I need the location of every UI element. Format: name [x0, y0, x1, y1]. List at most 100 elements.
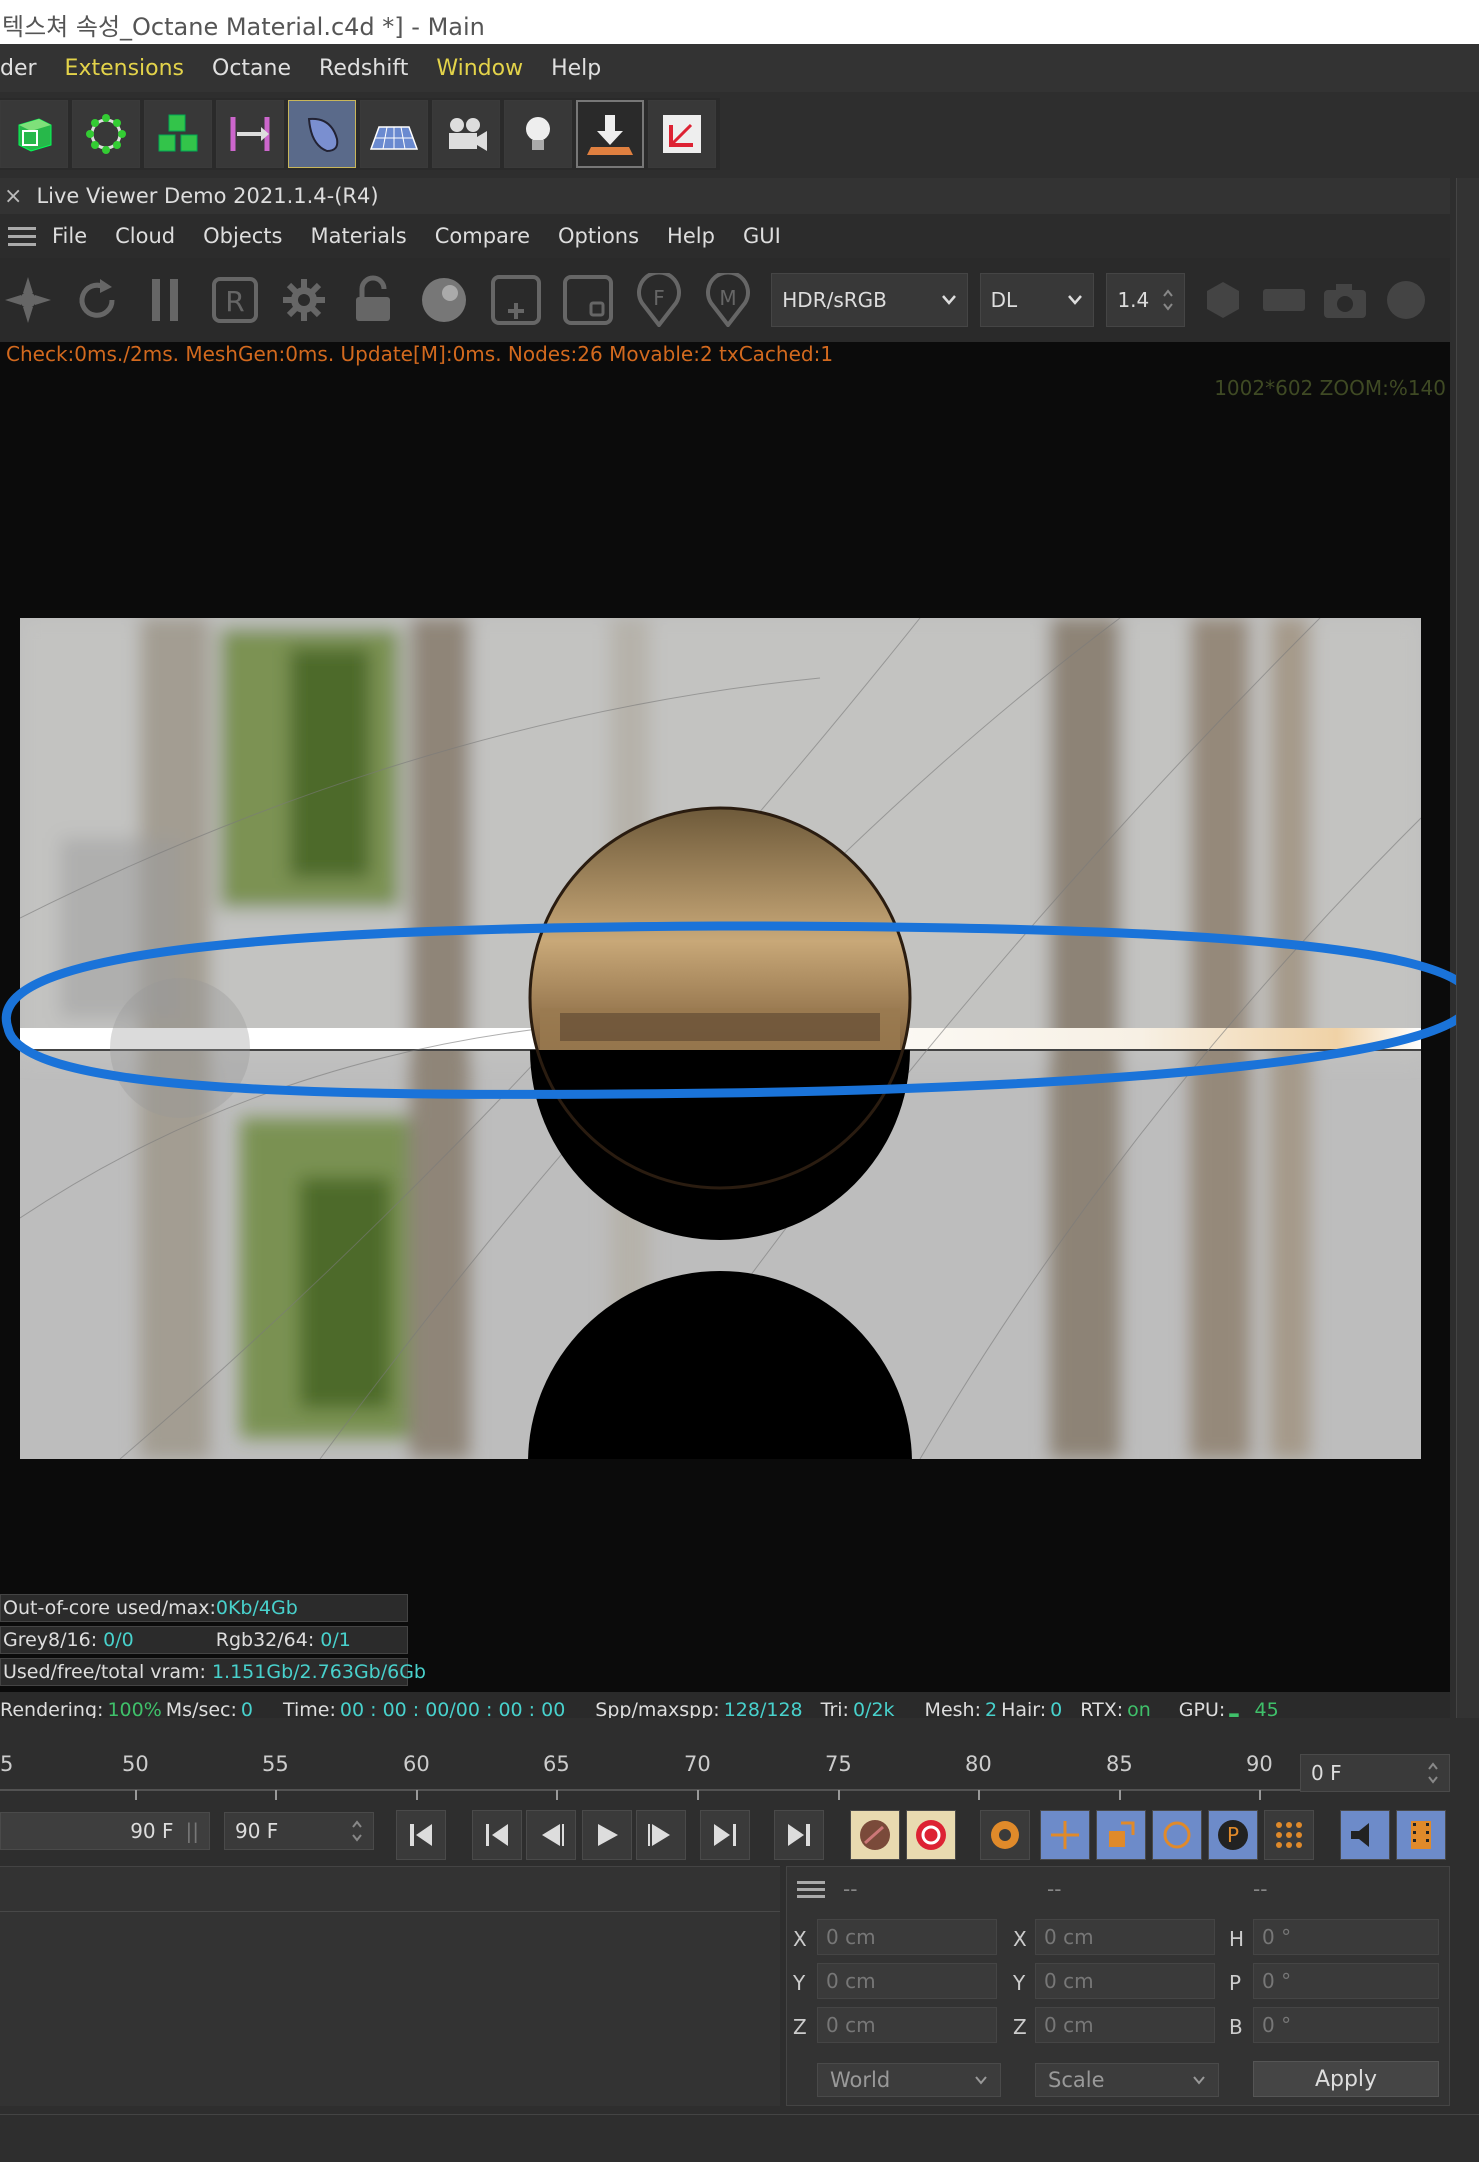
current-frame-field[interactable]: 0 F — [1300, 1754, 1450, 1792]
lv-menu-options[interactable]: Options — [558, 224, 639, 248]
rotation-h-field[interactable]: 0 ° — [1253, 1919, 1439, 1955]
keyframe-settings-icon[interactable] — [980, 1810, 1030, 1860]
zoom-readout: 1002*602 ZOOM:%140 — [1214, 376, 1446, 400]
menu-item-der[interactable]: der — [0, 56, 37, 81]
material-pick-icon[interactable]: M — [702, 273, 753, 327]
focus-pick-icon[interactable]: F — [633, 273, 684, 327]
coordinate-icon[interactable] — [648, 100, 716, 168]
position-y-field[interactable]: 0 cm — [817, 1963, 997, 1999]
material-sphere-icon[interactable] — [417, 273, 471, 327]
refresh-icon[interactable] — [71, 273, 122, 327]
hamburger-icon[interactable] — [8, 222, 36, 251]
region-add-icon[interactable] — [489, 273, 543, 327]
rotation-b-field[interactable]: 0 ° — [1253, 2007, 1439, 2043]
rotation-b-value: 0 ° — [1262, 2013, 1292, 2037]
timeline-ticks — [0, 1789, 1300, 1800]
download-icon[interactable] — [576, 100, 644, 168]
restart-r-icon[interactable]: R — [209, 273, 260, 327]
position-x-value: 0 cm — [826, 1925, 876, 1949]
lv-menu-gui[interactable]: GUI — [743, 224, 781, 248]
symmetry-icon[interactable] — [216, 100, 284, 168]
size-y-field[interactable]: 0 cm — [1035, 1963, 1215, 1999]
lv-menu-cloud[interactable]: Cloud — [115, 224, 175, 248]
svg-text:M: M — [719, 286, 736, 310]
rectangle-icon[interactable] — [1258, 273, 1309, 327]
key-pla-icon[interactable] — [1264, 1810, 1314, 1860]
sound-icon[interactable] — [1340, 1810, 1390, 1860]
subdivision-icon[interactable] — [72, 100, 140, 168]
circle-icon[interactable] — [1381, 273, 1432, 327]
key-parameter-icon[interactable]: P — [1208, 1810, 1258, 1860]
lv-menu-file[interactable]: File — [52, 224, 87, 248]
coord-label-p: P — [1229, 1971, 1242, 1995]
prev-key-icon[interactable] — [472, 1810, 522, 1860]
floor-icon[interactable] — [360, 100, 428, 168]
tick-label: 90 — [1246, 1752, 1273, 1776]
hexagon-icon[interactable] — [1197, 273, 1248, 327]
play-icon[interactable] — [582, 1810, 632, 1860]
key-rotation-icon[interactable] — [1152, 1810, 1202, 1860]
menu-item-redshift[interactable]: Redshift — [319, 56, 408, 81]
kernel-select[interactable]: DL — [979, 273, 1095, 327]
go-start-icon[interactable] — [396, 1810, 446, 1860]
camera-icon[interactable] — [432, 100, 500, 168]
lock-icon[interactable] — [348, 273, 399, 327]
size-z-field[interactable]: 0 cm — [1035, 2007, 1215, 2043]
cube-icon[interactable] — [0, 100, 68, 168]
key-position-icon[interactable] — [1040, 1810, 1090, 1860]
close-icon[interactable]: × — [4, 184, 22, 209]
key-scale-icon[interactable] — [1096, 1810, 1146, 1860]
menu-item-help[interactable]: Help — [551, 56, 601, 81]
svg-text:F: F — [653, 286, 665, 310]
lv-menu-materials[interactable]: Materials — [310, 224, 406, 248]
tick-label: 55 — [262, 1752, 289, 1776]
menu-item-window[interactable]: Window — [436, 56, 523, 81]
next-frame-icon[interactable] — [636, 1810, 686, 1860]
rotation-h-value: 0 ° — [1262, 1925, 1292, 1949]
apply-button[interactable]: Apply — [1253, 2061, 1439, 2097]
prev-frame-icon[interactable] — [526, 1810, 576, 1860]
pause-icon[interactable] — [140, 273, 191, 327]
coord-label-h: H — [1229, 1927, 1245, 1951]
end-frame-field[interactable]: 90 F || — [0, 1812, 210, 1850]
side-panel-strip[interactable] — [1456, 178, 1479, 1718]
size-x-field[interactable]: 0 cm — [1035, 1919, 1215, 1955]
film-icon[interactable] — [1396, 1810, 1446, 1860]
next-key-icon[interactable] — [700, 1810, 750, 1860]
chevron-down-icon — [1193, 2076, 1205, 2085]
deformer-icon[interactable] — [288, 100, 356, 168]
menu-item-octane[interactable]: Octane — [212, 56, 291, 81]
coord-header-position: -- — [843, 1877, 858, 1901]
lv-menu-compare[interactable]: Compare — [435, 224, 530, 248]
snapshot-camera-icon[interactable] — [1320, 273, 1371, 327]
octane-logo-icon[interactable] — [2, 273, 53, 327]
lv-menu-objects[interactable]: Objects — [203, 224, 282, 248]
timeline-ruler[interactable]: 5 50 55 60 65 70 75 80 85 90 0 F — [0, 1718, 1479, 1800]
gamma-stepper[interactable]: 1.4 — [1106, 273, 1186, 327]
rotation-p-field[interactable]: 0 ° — [1253, 1963, 1439, 1999]
color-space-select[interactable]: HDR/sRGB — [771, 273, 968, 327]
menu-item-extensions[interactable]: Extensions — [65, 56, 184, 81]
attributes-panel — [0, 1866, 780, 2106]
color-space-value: HDR/sRGB — [782, 288, 887, 312]
lv-menu-help[interactable]: Help — [667, 224, 715, 248]
tick-label: 65 — [543, 1752, 570, 1776]
coordinates-panel: -- -- -- X 0 cm X 0 cm H 0 ° Y 0 cm Y 0 … — [786, 1866, 1450, 2106]
auto-key-icon[interactable] — [906, 1810, 956, 1860]
region-icon[interactable] — [561, 273, 615, 327]
go-end-icon[interactable] — [774, 1810, 824, 1860]
coord-header-size: -- — [1047, 1877, 1062, 1901]
record-icon[interactable] — [850, 1810, 900, 1860]
light-icon[interactable] — [504, 100, 572, 168]
hamburger-icon[interactable] — [797, 1877, 825, 1902]
coordinate-space-select[interactable]: World — [817, 2063, 1001, 2097]
main-menubar: der Extensions Octane Redshift Window He… — [0, 44, 1479, 92]
position-x-field[interactable]: 0 cm — [817, 1919, 997, 1955]
vram-value: 1.151Gb/2.763Gb/6Gb — [211, 1661, 426, 1683]
chevron-down-icon — [941, 295, 956, 305]
settings-gear-icon[interactable] — [279, 273, 330, 327]
size-mode-select[interactable]: Scale — [1035, 2063, 1219, 2097]
max-frame-field[interactable]: 90 F — [224, 1812, 374, 1850]
cubes-array-icon[interactable] — [144, 100, 212, 168]
position-z-field[interactable]: 0 cm — [817, 2007, 997, 2043]
